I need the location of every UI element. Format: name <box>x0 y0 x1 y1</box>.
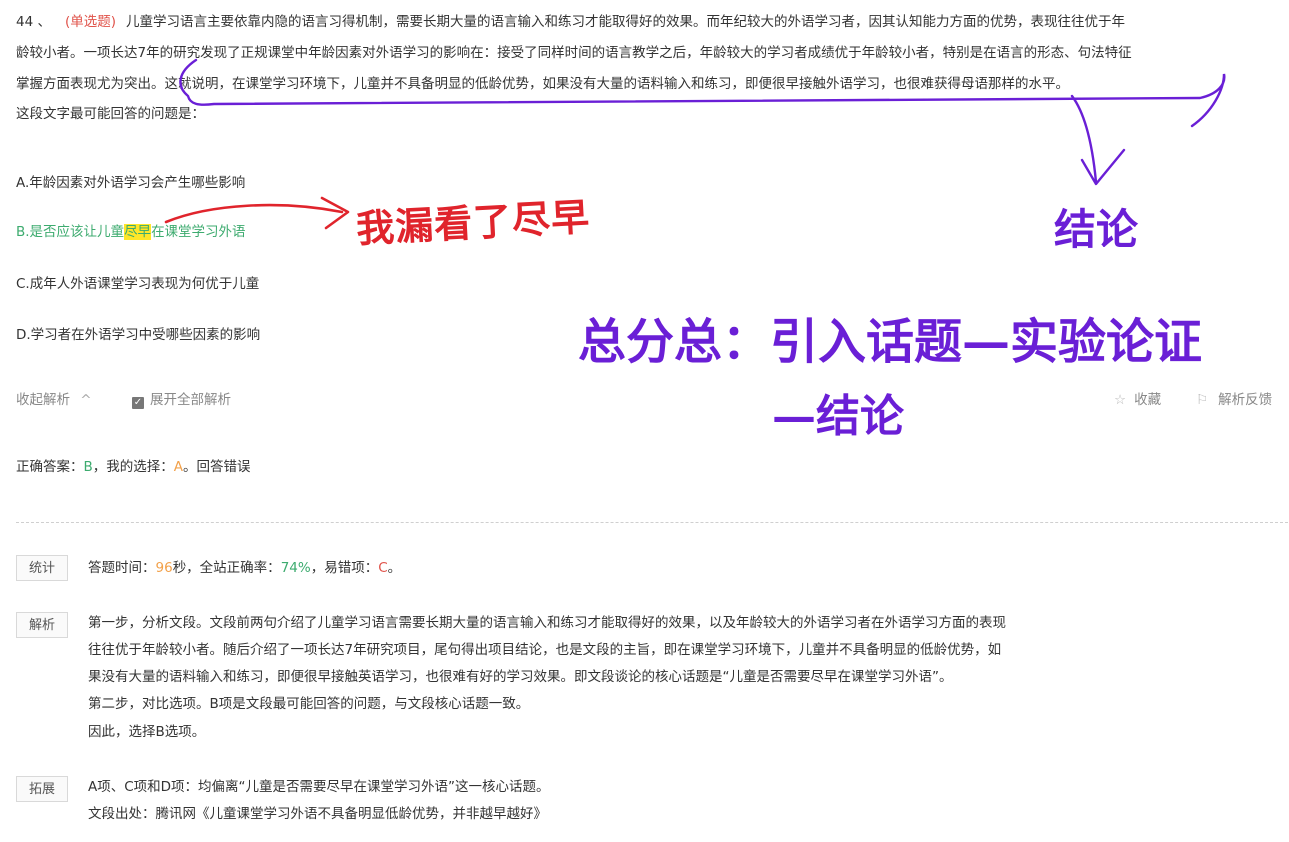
ink-annotations-layer <box>164 58 1226 230</box>
structure-note-line-1: 总分总：引入话题—实验论证 <box>578 314 1203 370</box>
red-arrow-stroke <box>164 196 350 230</box>
purple-bracket-stroke <box>179 58 1226 128</box>
structure-note-line-2: —结论 <box>772 391 904 442</box>
purple-arrow-stroke <box>1070 94 1126 186</box>
conclusion-handwritten-note: 结论 <box>1054 205 1139 254</box>
